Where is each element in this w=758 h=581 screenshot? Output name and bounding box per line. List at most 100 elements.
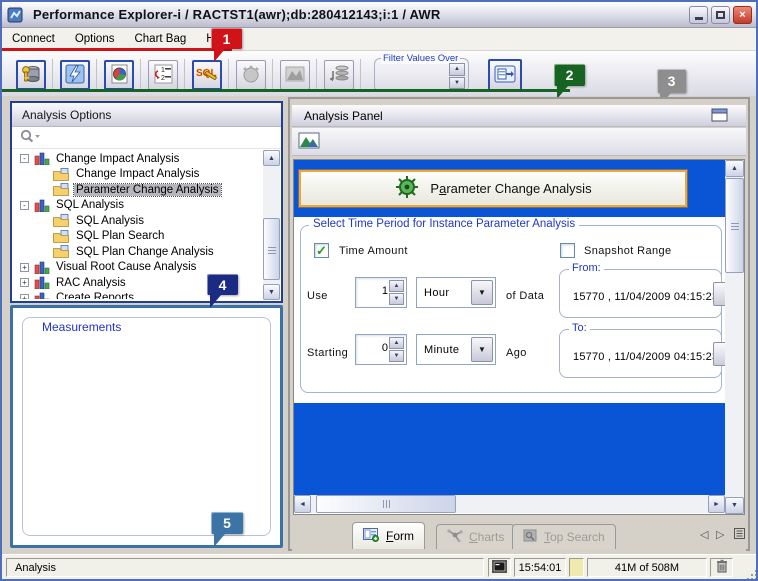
nav-prev-icon[interactable]: ◁ (700, 528, 708, 541)
tree-scrollbar[interactable]: ▲ ▼ (263, 150, 280, 300)
expand-toggle-icon[interactable]: + (20, 263, 29, 272)
chart-button-disabled[interactable] (280, 60, 310, 90)
time-period-form: Select Time Period for Instance Paramete… (294, 217, 725, 403)
menu-chart-bag[interactable]: Chart Bag (124, 30, 196, 48)
tab-top-search[interactable]: Top Search (512, 524, 616, 549)
apply-filter-button[interactable] (488, 59, 522, 91)
tab-form[interactable]: Form (352, 522, 425, 549)
window-title: Performance Explorer-i / RACTST1(awr);db… (33, 7, 440, 22)
action-band: Parameter Change Analysis (294, 160, 725, 217)
gauge-button-disabled[interactable] (236, 60, 266, 90)
database-export-icon (328, 63, 350, 88)
export-data-button[interactable] (324, 60, 354, 90)
vertical-scrollbar[interactable]: ▲ ▼ (725, 160, 744, 514)
to-value: 15770 , 11/04/2009 04:15:23 (573, 351, 718, 363)
collapse-toggle-icon[interactable]: - (20, 201, 29, 210)
report-chart-button[interactable] (104, 60, 134, 90)
scroll-down-icon[interactable]: ▼ (263, 284, 280, 300)
analysis-form-viewport: Parameter Change Analysis Select Time Pe… (293, 159, 745, 515)
console-icon (492, 560, 507, 576)
vscroll-thumb[interactable] (725, 178, 744, 273)
resize-grip[interactable] (751, 574, 753, 576)
status-memory-text: 41M of 508M (615, 562, 679, 574)
scroll-up-icon[interactable]: ▲ (263, 150, 280, 166)
menu-options[interactable]: Options (65, 30, 125, 48)
filter-values-group: Filter Values Over ▲ ▼ (374, 58, 469, 92)
spin-up-icon[interactable]: ▲ (389, 337, 404, 349)
tree-item[interactable]: - SQL Analysis (14, 198, 262, 214)
tree-item-label: Create Reports (54, 292, 136, 299)
expand-toggle-icon[interactable]: + (20, 294, 29, 299)
scroll-right-icon[interactable]: ► (708, 495, 725, 513)
tab-list-icon[interactable] (734, 528, 745, 542)
tree-item[interactable]: SQL Plan Change Analysis (14, 244, 262, 260)
tree-item[interactable]: + Visual Root Cause Analysis (14, 260, 262, 276)
status-memory-cell: 41M of 508M (587, 558, 707, 577)
nav-next-icon[interactable]: ▷ (716, 528, 724, 541)
scroll-left-icon[interactable]: ◄ (294, 495, 311, 513)
tree-item-label: RAC Analysis (54, 277, 128, 289)
dropdown-chevron-icon[interactable]: ▼ (471, 337, 493, 362)
tree-item-selected[interactable]: Parameter Change Analysis (14, 182, 262, 198)
filter-spin-up[interactable]: ▲ (449, 63, 465, 76)
tree-search-row[interactable] (12, 127, 281, 149)
restore-panel-icon[interactable] (711, 108, 728, 125)
connect-database-button[interactable] (16, 60, 46, 90)
analysis-doc-icon (53, 245, 70, 258)
sql-analysis-button[interactable]: SQL (192, 60, 222, 90)
tree-item[interactable]: SQL Analysis (14, 213, 262, 229)
tab-charts-label: Charts (469, 530, 504, 544)
filter-spin-down[interactable]: ▼ (449, 77, 465, 90)
menu-connect[interactable]: Connect (2, 30, 65, 48)
tree-scrollbar-thumb[interactable] (263, 218, 280, 280)
starting-amount-value[interactable] (360, 342, 388, 354)
snapshot-range-checkbox[interactable] (560, 243, 575, 258)
use-amount-spinner[interactable]: ▲ ▼ (355, 277, 407, 308)
check-icon: ✓ (316, 243, 327, 259)
bar-chart-icon (34, 276, 50, 289)
lightning-icon (64, 63, 86, 88)
collapse-toggle-icon[interactable]: - (20, 154, 29, 163)
tree-item[interactable]: Change Impact Analysis (14, 167, 262, 183)
tree-item[interactable]: - Change Impact Analysis (14, 151, 262, 167)
horizontal-scrollbar[interactable]: ◄ ► (294, 495, 725, 513)
performance-analysis-button[interactable] (60, 60, 90, 90)
expand-toggle-icon[interactable]: + (20, 278, 29, 287)
starting-amount-spinner[interactable]: ▲ ▼ (355, 334, 407, 365)
hscroll-thumb[interactable] (316, 495, 456, 513)
ago-label: Ago (506, 347, 527, 359)
filter-value-input[interactable] (379, 66, 447, 88)
status-trash-cell[interactable] (710, 558, 733, 577)
status-mode-text: Analysis (15, 562, 56, 574)
analysis-doc-icon (53, 183, 70, 196)
from-label: From: (569, 262, 604, 274)
minimize-button[interactable] (689, 6, 708, 24)
callout-line-toolbar (2, 89, 570, 92)
close-button[interactable]: × (733, 6, 752, 24)
dropdown-chevron-icon[interactable]: ▼ (471, 280, 493, 305)
title-bar[interactable]: Performance Explorer-i / RACTST1(awr);db… (2, 2, 756, 28)
scroll-down-icon[interactable]: ▼ (725, 497, 744, 514)
chart-view-icon[interactable] (298, 132, 320, 152)
use-unit-dropdown[interactable]: Hour ▼ (416, 277, 496, 308)
use-amount-value[interactable] (360, 285, 388, 297)
tab-charts[interactable]: Charts (436, 524, 515, 549)
ranking-list-button[interactable]: 12 (148, 60, 178, 90)
time-amount-checkbox[interactable]: ✓ (314, 243, 329, 258)
spin-up-icon[interactable]: ▲ (389, 280, 404, 292)
spin-down-icon[interactable]: ▼ (389, 293, 404, 305)
svg-text:2: 2 (161, 75, 165, 82)
starting-unit-dropdown[interactable]: Minute ▼ (416, 334, 496, 365)
snapshot-range-label: Snapshot Range (584, 245, 672, 257)
maximize-button[interactable] (711, 6, 730, 24)
tree-item-label: SQL Analysis (54, 199, 126, 211)
top-search-icon (523, 529, 538, 545)
pie-report-icon (108, 63, 130, 88)
status-bar: Analysis 15:54:01 41M of 508M (2, 554, 756, 579)
measurements-label: Measurements (39, 320, 124, 334)
scroll-up-icon[interactable]: ▲ (725, 160, 744, 177)
status-console-cell[interactable] (488, 558, 511, 577)
parameter-change-analysis-button[interactable]: Parameter Change Analysis (298, 169, 688, 208)
spin-down-icon[interactable]: ▼ (389, 350, 404, 362)
tree-item[interactable]: SQL Plan Search (14, 229, 262, 245)
